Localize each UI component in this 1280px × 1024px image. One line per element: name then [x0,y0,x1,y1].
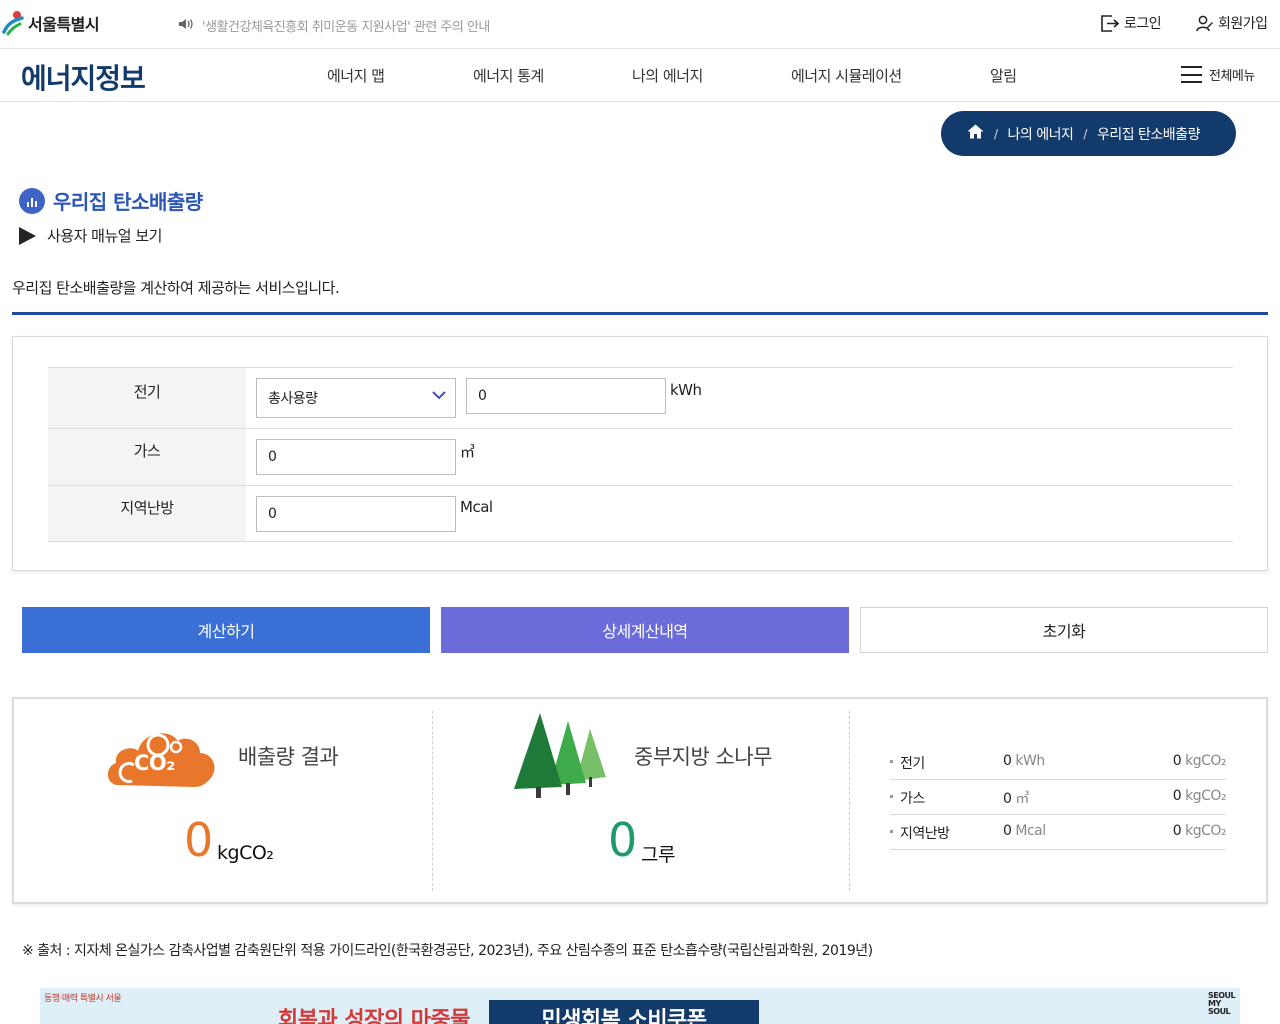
home-icon[interactable] [967,124,984,143]
gas-label: 가스 [48,429,246,485]
signup-link[interactable]: 회원가입 [1196,13,1268,33]
play-icon [19,226,36,245]
detail-row-gas: 가스 0 ㎥ 0 kgCO₂ [890,780,1226,815]
result-panel: CO₂ 배출량 결과 0 kgCO₂ 중부지방 소나무 0 그루 전기 0 kW… [12,697,1268,904]
electric-type-value: 총사용량 [268,391,318,407]
user-manual-label: 사용자 매뉴얼 보기 [47,227,162,245]
detail-name: 가스 [900,791,925,807]
electric-input[interactable]: 0 [466,378,666,414]
detail-amount: 0 kWh [1003,753,1045,769]
nav-energy-stats[interactable]: 에너지 통계 [473,65,544,86]
hamburger-icon [1181,66,1202,83]
banner-headline: 회복과 성장의 마중물 [278,1008,470,1024]
breadcrumb-separator: / [1083,126,1087,141]
detail-calculation-button[interactable]: 상세계산내역 [441,607,849,653]
site-title[interactable]: 에너지정보 [21,57,146,97]
all-menu-label: 전체메뉴 [1209,69,1255,84]
electric-type-select[interactable]: 총사용량 [256,378,456,418]
nav-energy-simulation[interactable]: 에너지 시뮬레이션 [791,65,902,86]
usage-input-form: 전기 총사용량 0 kWh 가스 0 ㎥ 지역난방 0 Mcal [12,336,1268,571]
detail-co2: 0 kgCO₂ [1172,788,1227,804]
user-manual-link[interactable]: 사용자 매뉴얼 보기 [19,225,162,246]
detail-amount: 0 Mcal [1003,823,1046,839]
promo-banner[interactable]: 동행·매력 특별시 서울 회복과 성장의 마중물 민생회복 소비쿠폰 SEOUL… [40,988,1240,1024]
login-icon [1101,14,1119,32]
logo-text: 서울특별시 [28,15,100,34]
nav-energy-map[interactable]: 에너지 맵 [327,65,385,86]
title-divider [12,312,1268,315]
nav-my-energy[interactable]: 나의 에너지 [632,65,703,86]
seoul-logo[interactable]: 서울특별시 [2,10,100,36]
detail-name: 지역난방 [900,826,950,842]
page-title: 우리집 탄소배출량 [53,190,203,214]
nav-notice[interactable]: 알림 [990,65,1017,86]
emission-result-label: 배출량 결과 [238,745,339,769]
seoul-my-soul-logo: SEOUL MY SOUL [1208,992,1240,1016]
detail-name: 전기 [900,756,925,772]
tree-value: 0 [608,813,637,867]
detail-co2: 0 kgCO₂ [1172,823,1227,839]
district-heating-row: 지역난방 0 Mcal [48,485,1233,542]
pine-tree-icon [514,713,606,802]
notice-banner[interactable]: '생활건강체육진흥회 취미운동 지원사업' 관련 주의 안내 [178,16,490,35]
chevron-down-icon [432,391,446,400]
detail-amount: 0 ㎥ [1003,791,1029,807]
calculate-button[interactable]: 계산하기 [22,607,430,653]
emission-value: 0 [184,813,213,867]
source-note: ※ 출처 : 지자체 온실가스 감축사업별 감축원단위 적용 가이드라인(한국환… [22,943,873,959]
seoul-logo-icon [2,10,26,36]
chart-icon [19,187,45,214]
main-navigation: 에너지정보 에너지 맵 에너지 통계 나의 에너지 에너지 시뮬레이션 알림 전… [0,49,1280,102]
gas-unit: ㎥ [460,443,475,461]
tree-unit: 그루 [641,844,675,866]
seal-bottom: MY SOUL [1208,999,1231,1016]
breadcrumb-my-energy[interactable]: 나의 에너지 [1008,124,1074,144]
detail-co2: 0 kgCO₂ [1172,753,1227,769]
notice-text: '생활건강체육진흥회 취미운동 지원사업' 관련 주의 안내 [202,20,490,35]
speaker-icon [178,18,196,33]
login-label: 로그인 [1124,16,1162,32]
reset-button[interactable]: 초기화 [860,607,1268,653]
gas-input[interactable]: 0 [256,439,456,475]
detail-row-district-heating: 지역난방 0 Mcal 0 kgCO₂ [890,815,1226,850]
district-heating-unit: Mcal [460,498,493,516]
emission-unit: kgCO₂ [217,842,274,864]
bullet [890,760,893,763]
co2-cloud-icon: CO₂ [104,721,219,795]
tree-label: 중부지방 소나무 [634,745,772,769]
banner-coupon: 민생회복 소비쿠폰 [489,1000,759,1024]
result-divider [849,711,850,891]
top-utility-bar: 서울특별시 '생활건강체육진흥회 취미운동 지원사업' 관련 주의 안내 로그인… [0,0,1280,49]
detail-row-electric: 전기 0 kWh 0 kgCO₂ [890,745,1226,780]
page-description: 우리집 탄소배출량을 계산하여 제공하는 서비스입니다. [12,279,340,297]
electric-label: 전기 [48,368,246,428]
breadcrumb-separator: / [994,126,998,141]
result-divider [432,711,433,891]
co2-icon-text: CO₂ [134,751,175,775]
district-heating-label: 지역난방 [48,486,246,541]
signup-label: 회원가입 [1218,16,1268,32]
electric-unit: kWh [670,381,702,399]
electric-row: 전기 총사용량 0 kWh [48,367,1233,428]
district-heating-input[interactable]: 0 [256,496,456,532]
page-title-block: 우리집 탄소배출량 [19,186,203,215]
all-menu-button[interactable]: 전체메뉴 [1181,65,1255,84]
banner-signature: 동행·매력 특별시 서울 [44,994,122,1004]
bullet [890,795,893,798]
breadcrumb-current: 우리집 탄소배출량 [1096,126,1201,143]
breadcrumb: / 나의 에너지 / 우리집 탄소배출량 [941,111,1236,156]
gas-row: 가스 0 ㎥ [48,428,1233,485]
signup-icon [1196,15,1213,31]
bullet [890,830,893,833]
login-link[interactable]: 로그인 [1101,13,1162,33]
